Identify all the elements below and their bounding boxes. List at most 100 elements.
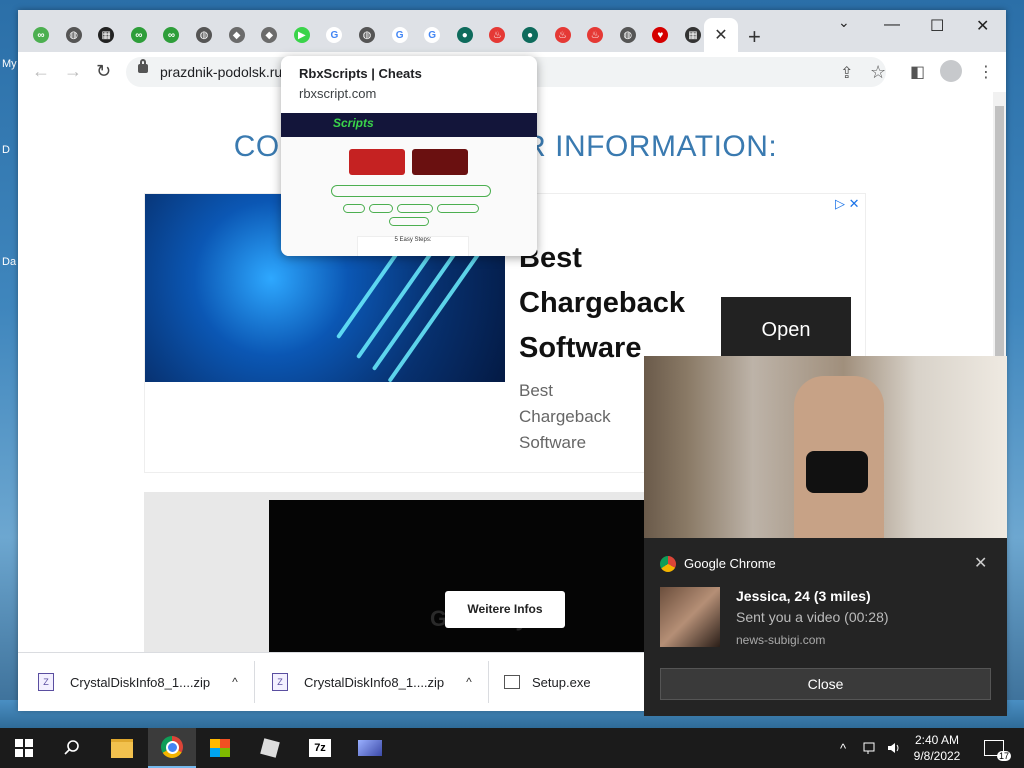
bookmark-star-icon[interactable]: ☆ xyxy=(870,62,886,83)
tab-11[interactable]: G xyxy=(387,22,413,48)
notification-close-button[interactable]: Close xyxy=(660,668,991,700)
volume-icon[interactable] xyxy=(886,728,902,768)
divider xyxy=(254,661,255,703)
maximize-button[interactable]: ☐ xyxy=(930,16,944,36)
download-item[interactable]: Z CrystalDiskInfo8_1....zip ^ xyxy=(272,653,472,711)
google-icon: G xyxy=(391,27,408,43)
tab-13[interactable]: ● xyxy=(452,22,478,48)
globe-icon: ◍ xyxy=(359,27,375,43)
desktop-label[interactable]: Da xyxy=(2,256,16,268)
download-name[interactable]: CrystalDiskInfo8_1....zip xyxy=(70,675,210,690)
hover-card-thumbnail: Scripts 5 Easy Steps: xyxy=(281,113,537,256)
close-icon[interactable]: ✕ xyxy=(974,553,987,573)
fire-icon: ♨ xyxy=(587,27,604,43)
tab-search-icon[interactable]: ⌄ xyxy=(838,14,850,31)
menu-icon[interactable]: ⋮ xyxy=(978,62,994,82)
notification-center-icon[interactable]: 17 xyxy=(984,728,1011,768)
tab-10[interactable]: ◍ xyxy=(354,22,380,48)
tab-20[interactable]: ▦ xyxy=(680,22,706,48)
zip-file-icon: Z xyxy=(38,673,54,691)
notification-thumbnail[interactable] xyxy=(660,587,720,647)
chrome-icon[interactable] xyxy=(148,728,196,768)
tab-3[interactable]: ∞ xyxy=(126,22,152,48)
tab-16[interactable]: ♨ xyxy=(550,22,576,48)
desktop-label[interactable]: My xyxy=(2,58,17,70)
app-icon[interactable] xyxy=(346,728,394,768)
tab-9[interactable]: G xyxy=(321,22,347,48)
download-name[interactable]: Setup.exe xyxy=(532,675,591,690)
link-icon: ∞ xyxy=(130,27,147,43)
google-icon: G xyxy=(326,27,343,43)
back-button[interactable]: ← xyxy=(32,61,50,82)
system-clock[interactable]: 2:40 AM 9/8/2022 xyxy=(902,732,972,764)
tab-2[interactable]: ▦ xyxy=(93,22,119,48)
game-thumbnail xyxy=(349,149,405,175)
more-info-button[interactable]: Weitere Infos xyxy=(445,591,565,628)
tab-12[interactable]: G xyxy=(419,22,445,48)
tab-7[interactable]: ◆ xyxy=(256,22,282,48)
desktop-label[interactable]: D xyxy=(2,144,10,156)
download-name[interactable]: CrystalDiskInfo8_1....zip xyxy=(304,675,444,690)
ad-video-area[interactable] xyxy=(269,500,669,662)
active-tab[interactable]: ✕ xyxy=(704,18,738,52)
reload-button[interactable]: ↻ xyxy=(96,61,111,82)
notification-app-name: Google Chrome xyxy=(684,556,776,571)
circle-icon: ● xyxy=(522,27,538,43)
tab-5[interactable]: ◍ xyxy=(191,22,217,48)
hover-card-url: rbxscript.com xyxy=(299,86,377,101)
notification-source: news-subigi.com xyxy=(736,633,826,647)
ad-choices-icon[interactable]: ▷ ✕ xyxy=(835,196,860,212)
scroll-thumb[interactable] xyxy=(995,106,1004,366)
tab-6[interactable]: ◆ xyxy=(224,22,250,48)
minimize-button[interactable]: — xyxy=(884,16,900,34)
show-hidden-icons[interactable]: ^ xyxy=(840,728,846,768)
clock-date: 9/8/2022 xyxy=(913,749,961,763)
network-icon[interactable] xyxy=(862,728,878,768)
chrome-icon xyxy=(660,556,676,572)
file-explorer-icon[interactable] xyxy=(98,728,146,768)
roblox-icon[interactable] xyxy=(246,728,294,768)
tab-15[interactable]: ● xyxy=(517,22,543,48)
link-icon: ∞ xyxy=(163,27,180,43)
tab-14[interactable]: ♨ xyxy=(484,22,510,48)
tab-18[interactable]: ◍ xyxy=(615,22,641,48)
tab-4[interactable]: ∞ xyxy=(158,22,184,48)
share-icon[interactable]: ⇪ xyxy=(840,63,853,83)
ad-description[interactable]: Best Chargeback Software xyxy=(519,378,649,456)
search-icon[interactable] xyxy=(48,728,96,768)
steps-box: 5 Easy Steps: xyxy=(357,236,469,256)
url-text[interactable]: prazdnik-podolsk.ru xyxy=(160,64,282,80)
grid-icon: ▦ xyxy=(98,27,115,43)
pill xyxy=(343,204,365,213)
tab-8[interactable]: ▶ xyxy=(289,22,315,48)
search-bar-thumbnail xyxy=(331,185,491,197)
profile-avatar[interactable] xyxy=(940,60,962,82)
close-window-button[interactable]: ✕ xyxy=(976,16,989,36)
pill xyxy=(397,204,433,213)
thumbnail-header: Scripts xyxy=(281,113,537,137)
close-tab-icon[interactable]: ✕ xyxy=(714,25,727,45)
tab-17[interactable]: ♨ xyxy=(582,22,608,48)
tab-0[interactable]: ∞ xyxy=(28,22,54,48)
download-item[interactable]: Z CrystalDiskInfo8_1....zip ^ xyxy=(38,653,238,711)
chevron-up-icon[interactable]: ^ xyxy=(232,675,238,689)
start-button[interactable] xyxy=(0,728,48,768)
lock-icon[interactable] xyxy=(138,59,148,73)
new-tab-button[interactable]: + xyxy=(748,24,761,50)
tab-1[interactable]: ◍ xyxy=(61,22,87,48)
tab-19[interactable]: ♥ xyxy=(647,22,673,48)
chrome-notification[interactable]: Google Chrome ✕ Jessica, 24 (3 miles) Se… xyxy=(644,538,1007,716)
ad-open-button[interactable]: Open xyxy=(721,297,851,363)
fire-icon: ♨ xyxy=(489,27,506,43)
chevron-up-icon[interactable]: ^ xyxy=(466,675,472,689)
download-item[interactable]: Setup.exe xyxy=(504,653,591,711)
notification-title[interactable]: Jessica, 24 (3 miles) xyxy=(736,588,871,604)
video-popup[interactable] xyxy=(644,356,1007,538)
side-panel-icon[interactable]: ◧ xyxy=(910,62,925,82)
store-icon[interactable] xyxy=(196,728,244,768)
7zip-icon[interactable]: 7z xyxy=(296,728,344,768)
forward-button[interactable]: → xyxy=(64,61,82,82)
ad-title[interactable]: Best Chargeback Software xyxy=(519,236,709,371)
notification-body[interactable]: Sent you a video (00:28) xyxy=(736,609,889,625)
fire-icon: ♨ xyxy=(554,27,571,43)
